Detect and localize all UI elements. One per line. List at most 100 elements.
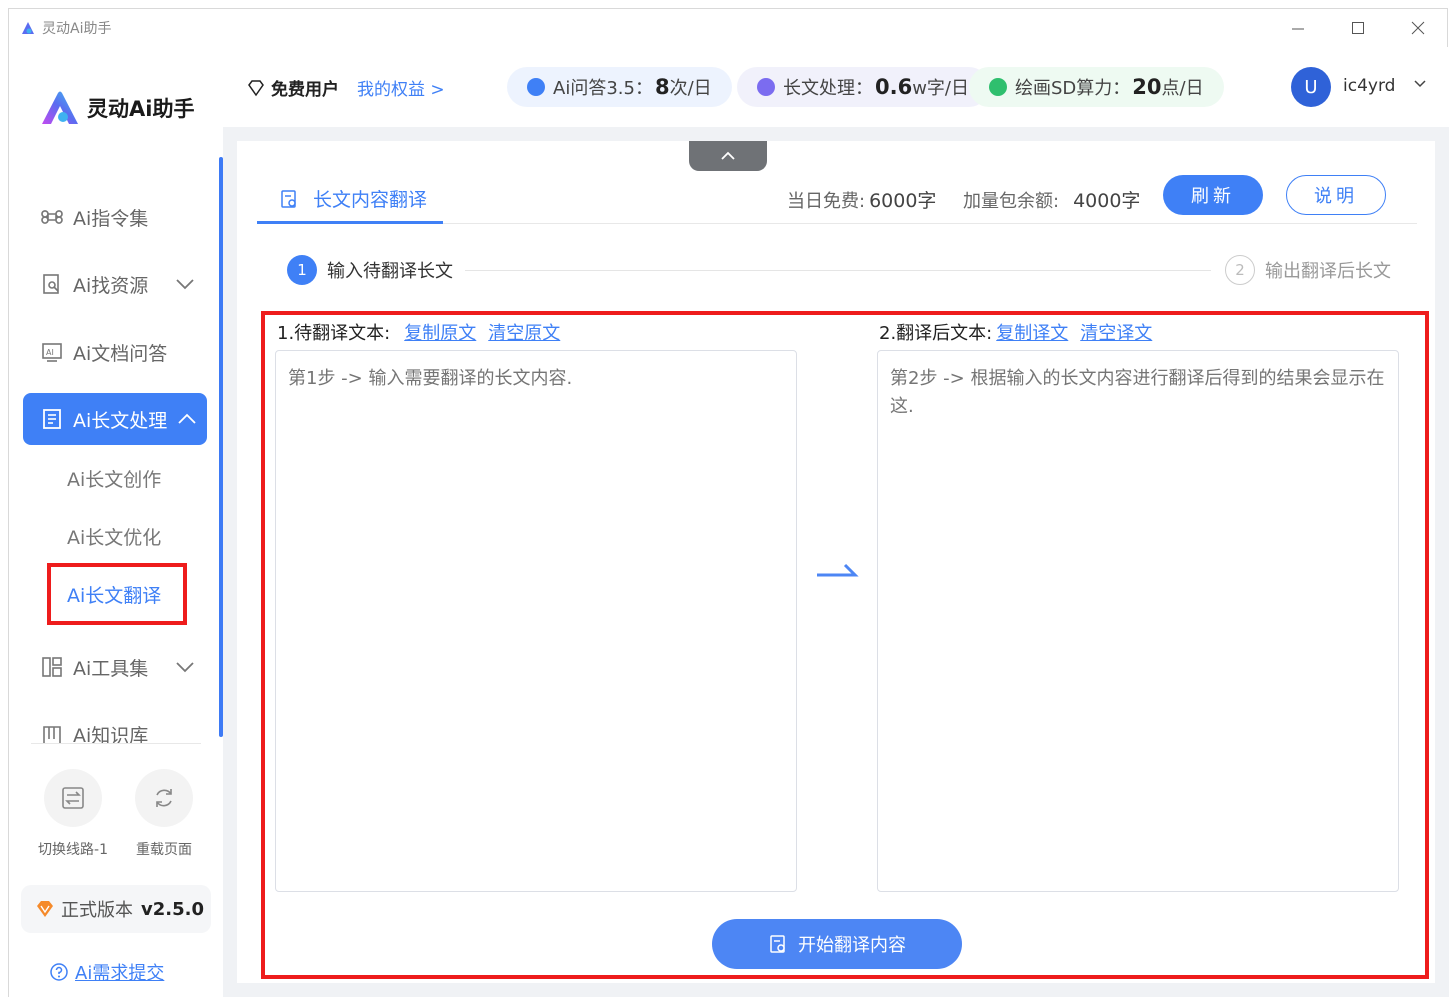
- quota-long-text: 长文处理： 0.6 w字/日: [737, 67, 989, 107]
- tab-long-text-translate[interactable]: 长文内容翻译: [279, 185, 427, 212]
- clear-source-link[interactable]: 清空原文: [488, 319, 560, 345]
- extra-balance-label: 加量包余额:: [963, 191, 1060, 212]
- chevron-up-icon[interactable]: [177, 409, 197, 429]
- svg-text:AI: AI: [46, 348, 54, 357]
- reload-page-button[interactable]: [135, 769, 193, 827]
- brand-name: 灵动Ai助手: [87, 97, 195, 121]
- nav-label: Ai工具集: [73, 657, 149, 680]
- nav-label: Ai指令集: [73, 207, 149, 230]
- main-area: 长文内容翻译 当日免费: 6000字 加量包余额: 4000字 刷新 说明 1 输入…: [223, 127, 1449, 997]
- nav-item-tools[interactable]: Ai工具集: [23, 641, 207, 693]
- app-window: 灵动Ai助手 灵动Ai助手 Ai指令集 Ai找资源 AI Ai文档问答 Ai长文…: [8, 8, 1449, 997]
- diamond-icon: [37, 901, 53, 917]
- sidebar: 灵动Ai助手 Ai指令集 Ai找资源 AI Ai文档问答 Ai长文处理 Ai长文…: [9, 47, 223, 997]
- start-translate-button[interactable]: 开始翻译内容: [712, 919, 962, 969]
- feedback-link[interactable]: Ai需求提交: [49, 959, 164, 985]
- quota-unit: 次/日: [669, 78, 712, 99]
- explain-button[interactable]: 说明: [1286, 175, 1386, 215]
- nav-item-doc-qa[interactable]: AI Ai文档问答: [23, 326, 207, 378]
- refresh-icon: [156, 789, 172, 807]
- version-badge: 正式版本 v2.5.0: [21, 885, 211, 933]
- diamond-outline-icon: [248, 79, 264, 96]
- doc-translate-icon: [281, 189, 296, 208]
- quota-drawing: 绘画SD算力： 20 点/日: [969, 67, 1224, 107]
- step-label: 输入待翻译长文: [327, 261, 453, 282]
- close-button[interactable]: [1389, 9, 1447, 47]
- maximize-button[interactable]: [1329, 9, 1387, 47]
- clear-target-link[interactable]: 清空译文: [1080, 319, 1152, 345]
- extra-balance: 加量包余额: 4000字: [963, 186, 1140, 213]
- nav-label: Ai找资源: [73, 274, 149, 297]
- step-1: 1 输入待翻译长文: [287, 255, 453, 285]
- step-number: 1: [287, 255, 317, 285]
- minimize-button[interactable]: [1269, 9, 1327, 47]
- daily-free: 当日免费: 6000字: [787, 186, 936, 213]
- nav-label: Ai长文处理: [73, 409, 168, 432]
- quota-value: 8: [654, 75, 670, 99]
- source-label: 1.待翻译文本:: [277, 323, 391, 344]
- reload-page-label: 重载页面: [136, 842, 192, 858]
- subnav-item-create[interactable]: Ai长文创作: [67, 465, 161, 492]
- nav-item-knowledge[interactable]: Ai知识库: [23, 708, 207, 747]
- refresh-button[interactable]: 刷新: [1163, 175, 1263, 215]
- target-textarea[interactable]: [877, 350, 1399, 892]
- nav-item-resources[interactable]: Ai找资源: [23, 258, 207, 310]
- nav-item-long-text[interactable]: Ai长文处理: [23, 393, 207, 445]
- switch-line-button[interactable]: [44, 769, 102, 827]
- minimize-icon: [1292, 28, 1304, 30]
- chevron-up-icon: [721, 151, 735, 160]
- close-icon: [1411, 21, 1425, 35]
- avatar[interactable]: U: [1291, 67, 1331, 107]
- quota-value: 20: [1132, 75, 1162, 99]
- sidebar-divider: [31, 743, 201, 744]
- feedback-label: Ai需求提交: [75, 963, 165, 984]
- brand-mark-icon: [42, 91, 78, 124]
- step-label: 输出翻译后长文: [1265, 261, 1391, 282]
- app-logo-icon: [22, 22, 34, 34]
- library-icon: [41, 723, 63, 745]
- nav-label: Ai文档问答: [73, 342, 168, 365]
- copy-source-link[interactable]: 复制原文: [404, 319, 476, 345]
- source-textarea[interactable]: [275, 350, 797, 892]
- copy-target-link[interactable]: 复制译文: [996, 319, 1068, 345]
- chat-icon: [757, 78, 775, 96]
- daily-free-value: 6000字: [869, 190, 937, 212]
- start-translate-label: 开始翻译内容: [798, 935, 906, 956]
- my-rights-link[interactable]: 我的权益 >: [357, 75, 445, 100]
- daily-free-label: 当日免费:: [787, 191, 866, 212]
- quota-value: 0.6: [875, 75, 913, 99]
- quota-qa: Ai问答3.5： 8 次/日: [507, 67, 732, 107]
- extra-balance-value: 4000字: [1073, 190, 1141, 212]
- user-type: 免费用户: [247, 75, 339, 100]
- step-number: 2: [1225, 255, 1255, 285]
- nav-menu[interactable]: Ai指令集 Ai找资源 AI Ai文档问答 Ai长文处理 Ai长文创作 Ai长文…: [9, 157, 223, 747]
- chevron-down-icon[interactable]: [175, 657, 195, 677]
- maximize-icon: [1352, 22, 1364, 34]
- doc-translate-icon: [770, 935, 785, 953]
- command-icon: [41, 206, 63, 228]
- switch-line-label: 切换线路-1: [38, 842, 108, 858]
- window-title: 灵动Ai助手: [42, 21, 112, 37]
- chevron-down-icon[interactable]: [175, 274, 195, 294]
- version-number: v2.5.0: [141, 898, 204, 920]
- highlight-box: [47, 563, 187, 625]
- username[interactable]: ic4yrd: [1343, 76, 1395, 96]
- quota-label: 绘画SD算力：: [1015, 78, 1131, 99]
- version-label: 正式版本: [61, 900, 133, 921]
- subnav-item-optimize[interactable]: Ai长文优化: [67, 523, 161, 550]
- switch-icon: [62, 787, 84, 809]
- user-type-label: 免费用户: [271, 80, 339, 100]
- step-connector: [465, 270, 1211, 271]
- source-text-header: 1.待翻译文本: 复制原文 清空原文: [277, 319, 560, 345]
- tab-label: 长文内容翻译: [313, 189, 428, 211]
- chevron-down-icon[interactable]: [1413, 77, 1427, 91]
- grid-icon: [41, 656, 63, 678]
- collapse-header-button[interactable]: [689, 141, 767, 171]
- quota-label: 长文处理：: [783, 78, 873, 99]
- palette-icon: [989, 78, 1007, 96]
- brand-logo[interactable]: 灵动Ai助手: [39, 89, 194, 127]
- quota-unit: 点/日: [1161, 78, 1204, 99]
- arrow-right-icon: [817, 563, 859, 577]
- nav-item-commands[interactable]: Ai指令集: [23, 191, 207, 243]
- ai-doc-icon: AI: [41, 341, 63, 363]
